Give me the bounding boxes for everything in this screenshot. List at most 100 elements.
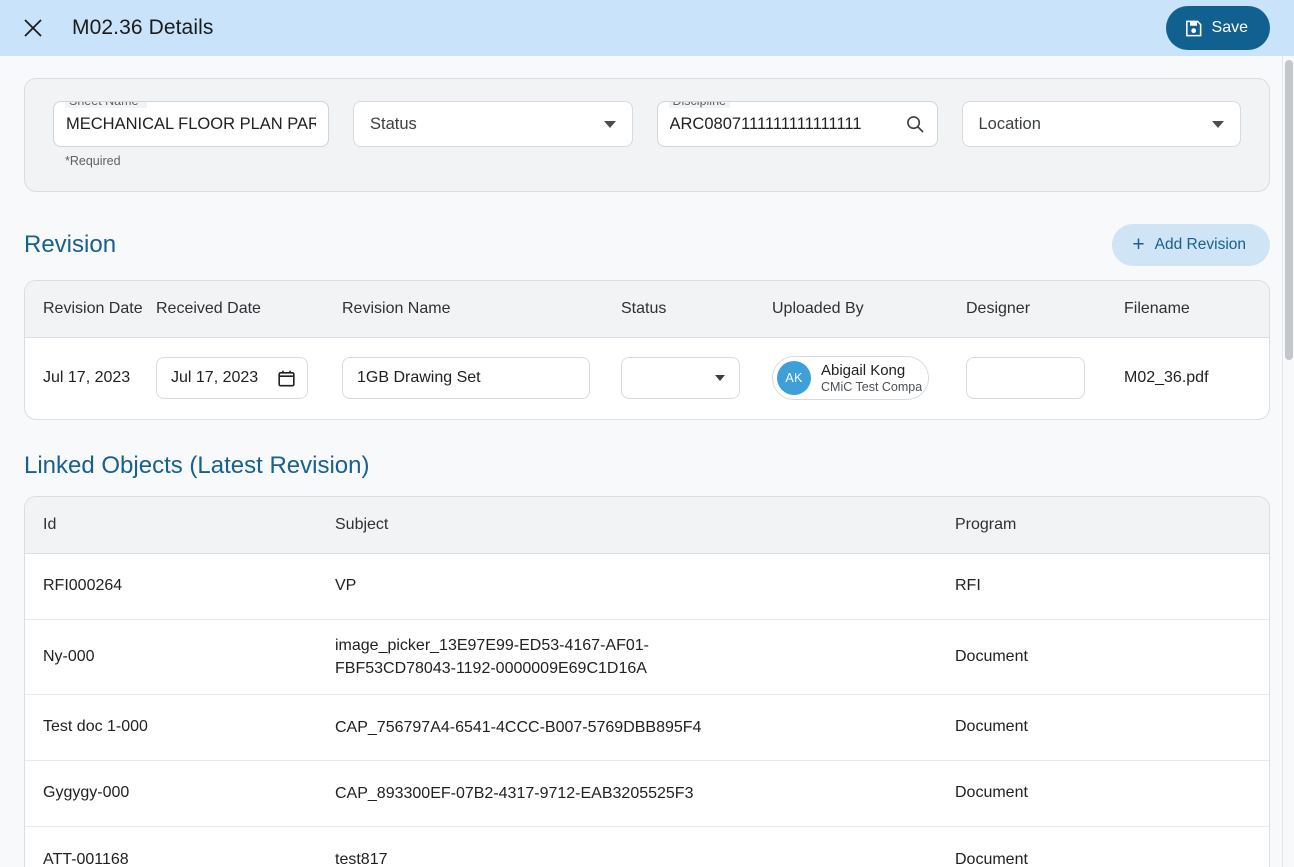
- revision-name-value: 1GB Drawing Set: [357, 369, 481, 387]
- linked-objects-table-head: Id Subject Program: [25, 496, 1269, 554]
- linked-id-cell: Ny-000: [25, 619, 335, 695]
- table-row[interactable]: Gygygy-000 CAP_893300EF-07B2-4317-9712-E…: [25, 760, 1269, 827]
- uploaded-by-company: CMiC Test Company: [821, 379, 922, 394]
- avatar: AK: [777, 361, 811, 396]
- col-uploaded-by: Uploaded By: [772, 281, 966, 338]
- revision-table-body: Jul 17, 2023 Jul 17, 2023 1GB Drawing Se…: [25, 338, 1269, 419]
- vertical-scrollbar[interactable]: [1282, 56, 1294, 867]
- discipline-label: Discipline: [668, 102, 730, 108]
- linked-subject-text: test817: [335, 851, 388, 867]
- add-revision-label: Add Revision: [1154, 236, 1246, 253]
- table-row: Jul 17, 2023 Jul 17, 2023 1GB Drawing Se…: [25, 338, 1269, 419]
- close-icon: [24, 19, 42, 37]
- linked-objects-section-header: Linked Objects (Latest Revision): [24, 452, 1270, 480]
- received-date-input[interactable]: Jul 17, 2023: [156, 357, 308, 400]
- revision-status-select[interactable]: [621, 357, 740, 400]
- uploaded-by-text: Abigail Kong CMiC Test Company: [821, 362, 922, 394]
- save-button-label: Save: [1211, 19, 1248, 36]
- linked-id-cell: ATT-001168: [43, 850, 129, 867]
- sheet-name-label: Sheet Name*: [65, 102, 148, 108]
- chevron-down-icon: [1212, 120, 1224, 128]
- calendar-icon: [278, 370, 295, 387]
- col-program: Program: [955, 496, 1269, 554]
- col-filename: Filename: [1124, 281, 1269, 338]
- revision-section-header: Revision + Add Revision: [24, 224, 1270, 266]
- linked-objects-header-row: Id Subject Program: [25, 496, 1269, 554]
- linked-subject-cell: test817: [335, 826, 955, 867]
- linked-subject-cell: image_picker_13E97E99-ED53-4167-AF01-FBF…: [335, 619, 955, 695]
- linked-subject-text: image_picker_13E97E99-ED53-4167-AF01-FBF…: [335, 636, 649, 677]
- linked-id-cell: RFI000264: [25, 553, 335, 620]
- revision-title: Revision: [24, 231, 117, 258]
- location-select[interactable]: Location: [961, 101, 1241, 147]
- linked-program-cell: Document: [955, 619, 1269, 695]
- discipline-search-button[interactable]: [905, 114, 925, 134]
- linked-subject-cell: CAP_756797A4-6541-4CCC-B007-5769DBB895F4: [335, 694, 955, 761]
- sheet-name-value: MECHANICAL FLOOR PLAN PARKING: [66, 114, 316, 133]
- discipline-value: ARC0807111111111111111: [669, 114, 862, 133]
- page-title: M02.36 Details: [72, 16, 214, 39]
- received-date-cell: Jul 17, 2023: [156, 338, 342, 419]
- table-row[interactable]: Ny-000 image_picker_13E97E99-ED53-4167-A…: [25, 619, 1269, 695]
- linked-program-cell: RFI: [955, 553, 1269, 620]
- revision-table-card: Revision Date Received Date Revision Nam…: [24, 280, 1270, 420]
- col-received-date: Received Date: [156, 281, 342, 338]
- linked-id-cell: Test doc 1-000: [25, 694, 335, 761]
- discipline-input[interactable]: Discipline ARC0807111111111111111: [656, 101, 938, 147]
- linked-subject-cell: VP: [335, 553, 955, 620]
- linked-objects-table: Id Subject Program RFI000264 VP RFI Ny-0…: [25, 496, 1269, 867]
- chevron-down-icon: [715, 375, 725, 382]
- linked-id-cell: Gygygy-000: [25, 760, 335, 827]
- uploaded-by-chip[interactable]: AK Abigail Kong CMiC Test Company: [772, 356, 929, 401]
- linked-subject-text: CAP_893300EF-07B2-4317-9712-EAB3205525F3: [335, 784, 694, 802]
- sheet-name-required-hint: *Required: [65, 154, 121, 168]
- save-button[interactable]: Save: [1165, 6, 1270, 50]
- revision-table: Revision Date Received Date Revision Nam…: [25, 281, 1269, 419]
- linked-subject-cell: CAP_893300EF-07B2-4317-9712-EAB3205525F3: [335, 760, 955, 827]
- status-select-value: Status: [370, 114, 417, 133]
- col-designer: Designer: [966, 281, 1124, 338]
- plus-icon: +: [1132, 232, 1145, 256]
- linked-objects-table-body: RFI000264 VP RFI Ny-000 image_picker_13E…: [25, 553, 1269, 867]
- col-id: Id: [25, 496, 335, 554]
- filename-cell: M02_36.pdf: [1124, 369, 1209, 387]
- received-date-value: Jul 17, 2023: [171, 369, 259, 387]
- sheet-name-input[interactable]: Sheet Name* MECHANICAL FLOOR PLAN PARKIN…: [53, 101, 329, 147]
- status-select[interactable]: Status: [353, 101, 633, 147]
- col-revision-date: Revision Date: [25, 281, 156, 338]
- dialog-title-bar: M02.36 Details Save: [0, 0, 1294, 56]
- linked-subject-text: CAP_756797A4-6541-4CCC-B007-5769DBB895F4: [335, 718, 702, 736]
- revision-name-input[interactable]: 1GB Drawing Set: [342, 357, 590, 400]
- location-select-value: Location: [978, 114, 1041, 133]
- save-disk-icon: [1185, 20, 1201, 36]
- chevron-down-icon: [603, 120, 616, 128]
- close-button[interactable]: [14, 9, 52, 47]
- discipline-field: Discipline ARC0807111111111111111: [656, 101, 938, 147]
- linked-objects-table-card: Id Subject Program RFI000264 VP RFI Ny-0…: [24, 495, 1270, 867]
- linked-program-cell: Document: [955, 694, 1269, 761]
- search-icon: [906, 116, 924, 133]
- sheet-name-field: Sheet Name* MECHANICAL FLOOR PLAN PARKIN…: [53, 101, 329, 168]
- sheet-details-dialog: M02.36 Details Save Sheet Name* MECHANIC…: [0, 0, 1294, 867]
- designer-input[interactable]: [966, 357, 1085, 400]
- add-revision-button[interactable]: + Add Revision: [1112, 224, 1270, 266]
- revision-date-cell: Jul 17, 2023: [43, 369, 131, 387]
- scrollbar-thumb[interactable]: [1285, 60, 1293, 360]
- table-row[interactable]: RFI000264 VP RFI: [25, 553, 1269, 620]
- revision-header-row: Revision Date Received Date Revision Nam…: [25, 281, 1269, 338]
- uploaded-by-cell: AK Abigail Kong CMiC Test Company: [772, 338, 966, 419]
- table-row[interactable]: ATT-001168 test817 Document: [25, 826, 1269, 867]
- revision-status-cell: [621, 338, 772, 419]
- table-row[interactable]: Test doc 1-000 CAP_756797A4-6541-4CCC-B0…: [25, 694, 1269, 761]
- designer-cell: [966, 338, 1124, 419]
- linked-objects-title: Linked Objects (Latest Revision): [24, 451, 370, 479]
- col-subject: Subject: [335, 496, 955, 554]
- linked-subject-text: VP: [335, 577, 357, 595]
- uploaded-by-name: Abigail Kong: [821, 362, 906, 380]
- revision-name-cell: 1GB Drawing Set: [342, 338, 621, 419]
- linked-program-cell: Document: [955, 760, 1269, 827]
- revision-table-head: Revision Date Received Date Revision Nam…: [25, 281, 1269, 338]
- col-status: Status: [621, 281, 772, 338]
- dialog-content: Sheet Name* MECHANICAL FLOOR PLAN PARKIN…: [0, 56, 1294, 867]
- linked-program-cell: Document: [955, 850, 1028, 867]
